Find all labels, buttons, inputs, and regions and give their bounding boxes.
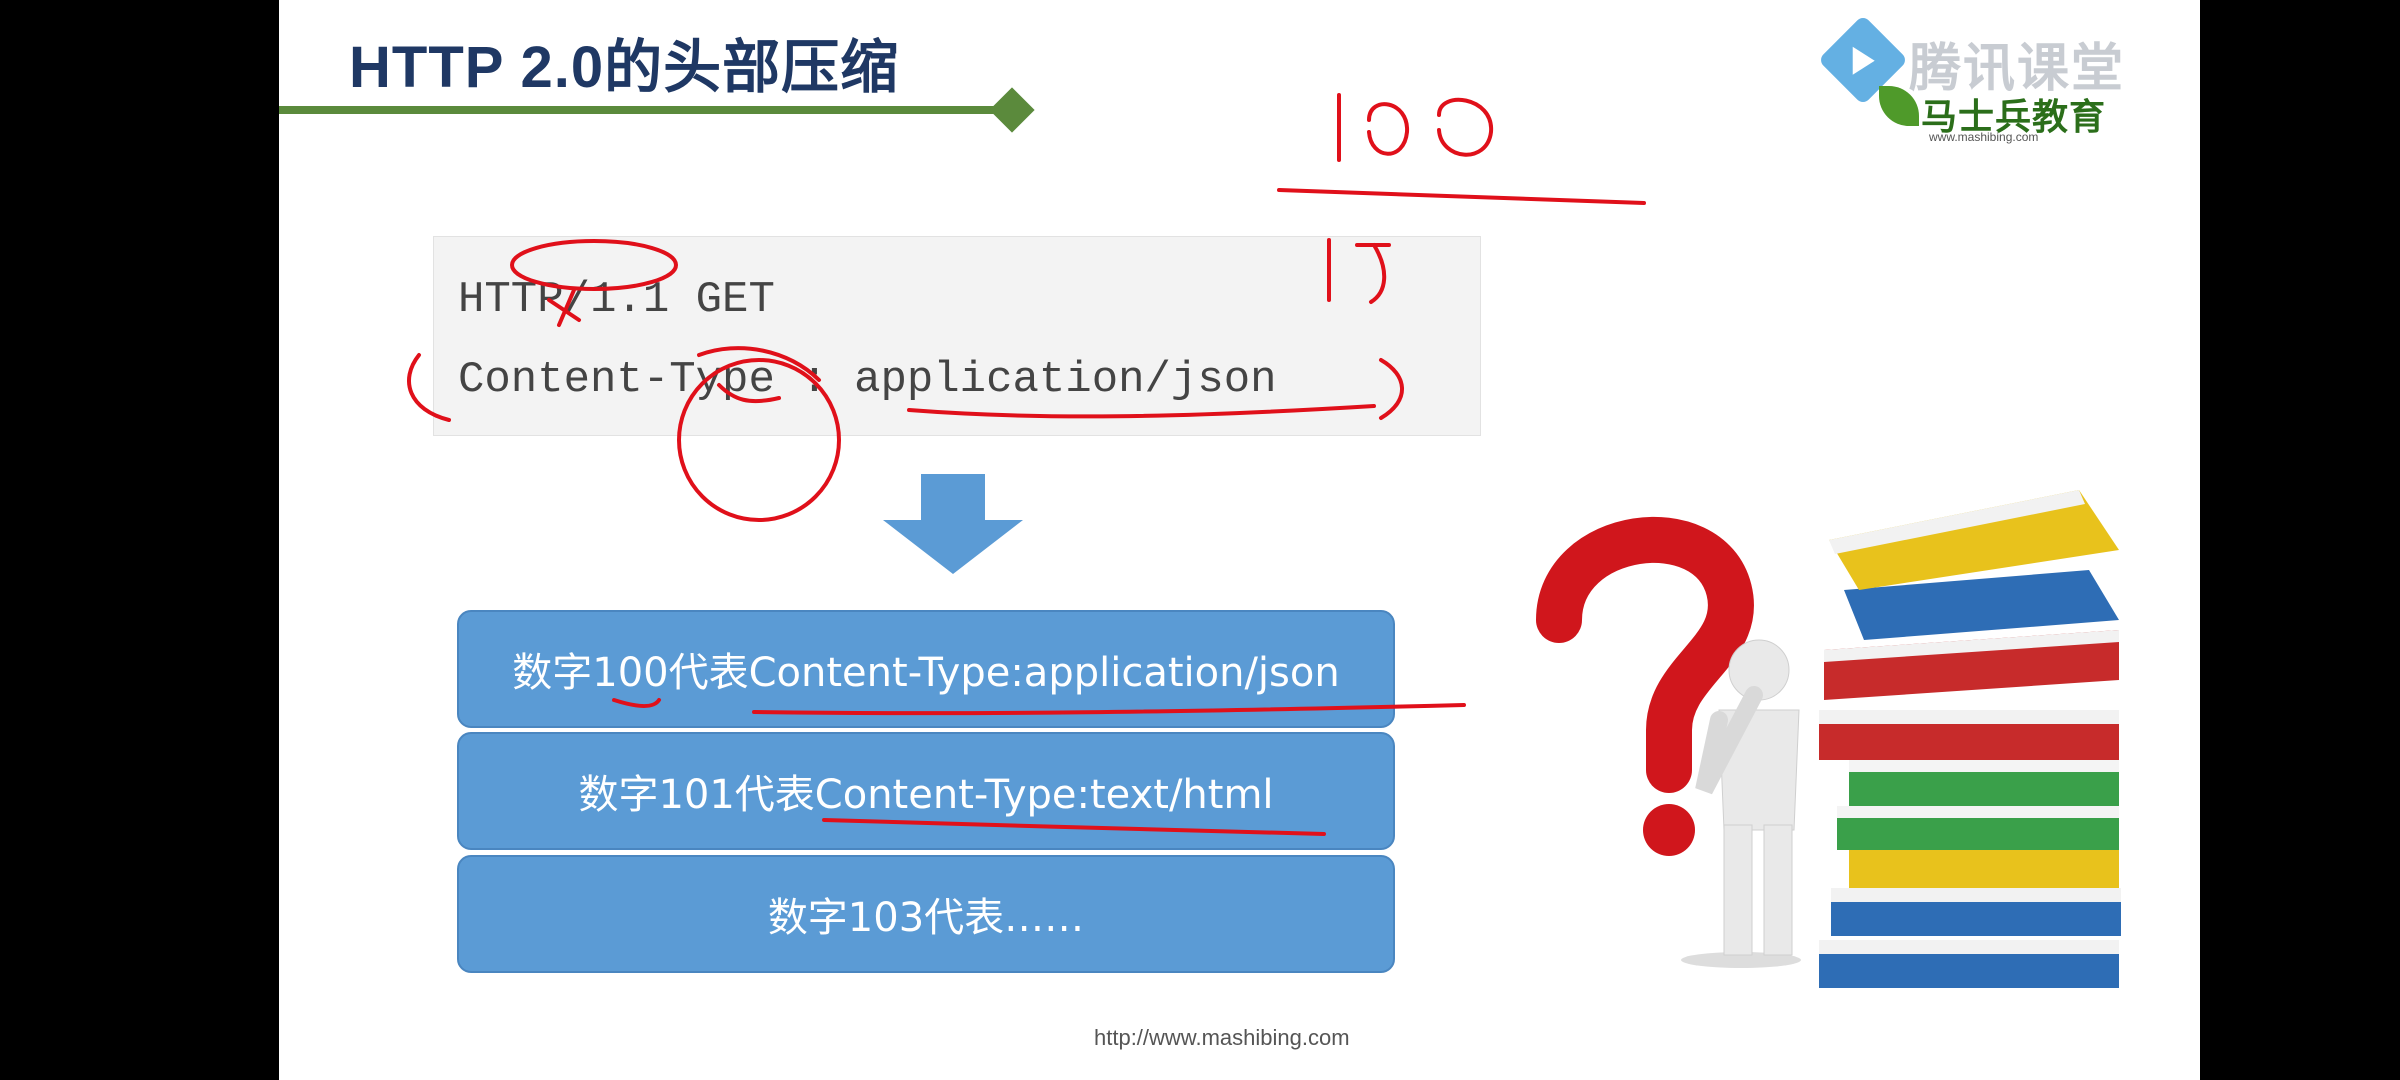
ink-handwritten-100 xyxy=(1337,93,1494,162)
code-line-request: HTTP/1.1 GET xyxy=(458,275,775,325)
logo-url-text: www.mashibing.com xyxy=(1929,130,2039,144)
footer-url: http://www.mashibing.com xyxy=(1094,1025,1350,1050)
slide-title: HTTP 2.0的头部压缩 xyxy=(349,35,900,100)
mapping-text: 数字103代表…… xyxy=(767,895,1085,941)
mapping-row-103: 数字103代表…… xyxy=(457,855,1395,973)
mapping-row-100: 数字100代表Content-Type:application/json xyxy=(457,610,1395,728)
down-arrow-icon xyxy=(883,474,1023,574)
mapping-text: 数字101代表Content-Type:text/html xyxy=(578,772,1274,818)
slide: HTTP 2.0的头部压缩 腾讯课堂 马士兵教育 www.mashibing.c… xyxy=(279,0,2200,1080)
mapping-row-101: 数字101代表Content-Type:text/html xyxy=(457,732,1395,850)
title-underline xyxy=(279,106,1019,114)
code-line-content-type: Content-Type : application/json xyxy=(458,355,1277,405)
title-diamond xyxy=(989,87,1035,133)
mapping-text: 数字100代表Content-Type:application/json xyxy=(512,650,1340,696)
http-header-code-box: HTTP/1.1 GET Content-Type : application/… xyxy=(433,236,1481,436)
brand-logo: 腾讯课堂 马士兵教育 www.mashibing.com xyxy=(1817,14,2179,148)
question-mark-books-illustration xyxy=(1536,490,2121,988)
